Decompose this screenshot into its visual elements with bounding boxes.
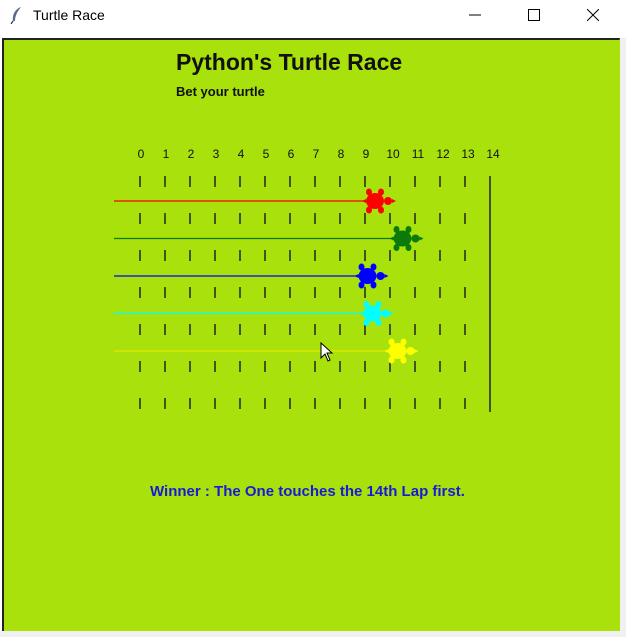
mouse-cursor-icon xyxy=(320,342,334,362)
minimize-icon xyxy=(469,14,481,16)
turtle-cyan-icon xyxy=(359,301,394,326)
minimize-button[interactable] xyxy=(452,0,498,30)
feather-icon xyxy=(10,7,21,24)
lap-label: 13 xyxy=(461,147,475,161)
lap-label: 1 xyxy=(163,147,170,161)
lap-label: 12 xyxy=(436,147,450,161)
maximize-icon xyxy=(528,9,540,21)
lap-label: 3 xyxy=(213,147,220,161)
close-icon xyxy=(587,9,599,21)
maximize-button[interactable] xyxy=(511,0,557,30)
turtle-blue-icon xyxy=(354,263,389,289)
lap-label: 0 xyxy=(138,147,145,161)
lap-label: 4 xyxy=(238,147,245,161)
lap-label: 2 xyxy=(188,147,195,161)
window-edge-bottom xyxy=(0,631,626,637)
winner-message: Winner : The One touches the 14th Lap fi… xyxy=(150,483,465,500)
window-edge-right xyxy=(620,38,626,637)
race-canvas[interactable]: Python's Turtle Race Bet your turtle 012… xyxy=(4,40,620,631)
lap-label: 9 xyxy=(363,147,370,161)
race-subtitle: Bet your turtle xyxy=(176,84,265,99)
lap-label: 14 xyxy=(486,147,500,161)
lap-label: 11 xyxy=(412,147,425,161)
lap-label: 7 xyxy=(313,147,320,161)
window-title: Turtle Race xyxy=(33,7,105,23)
lap-label: 6 xyxy=(288,147,295,161)
race-track: Python's Turtle Race Bet your turtle 012… xyxy=(114,49,500,500)
turtle-red-icon xyxy=(362,188,396,214)
title-bar[interactable]: Turtle Race xyxy=(0,0,626,30)
turtle-yellow-icon xyxy=(384,338,419,364)
lap-label: 8 xyxy=(338,147,345,161)
race-title: Python's Turtle Race xyxy=(176,49,402,75)
turtle-green-icon xyxy=(389,226,424,251)
lap-label: 5 xyxy=(263,147,270,161)
close-button[interactable] xyxy=(570,0,616,30)
lap-label: 10 xyxy=(386,147,400,161)
